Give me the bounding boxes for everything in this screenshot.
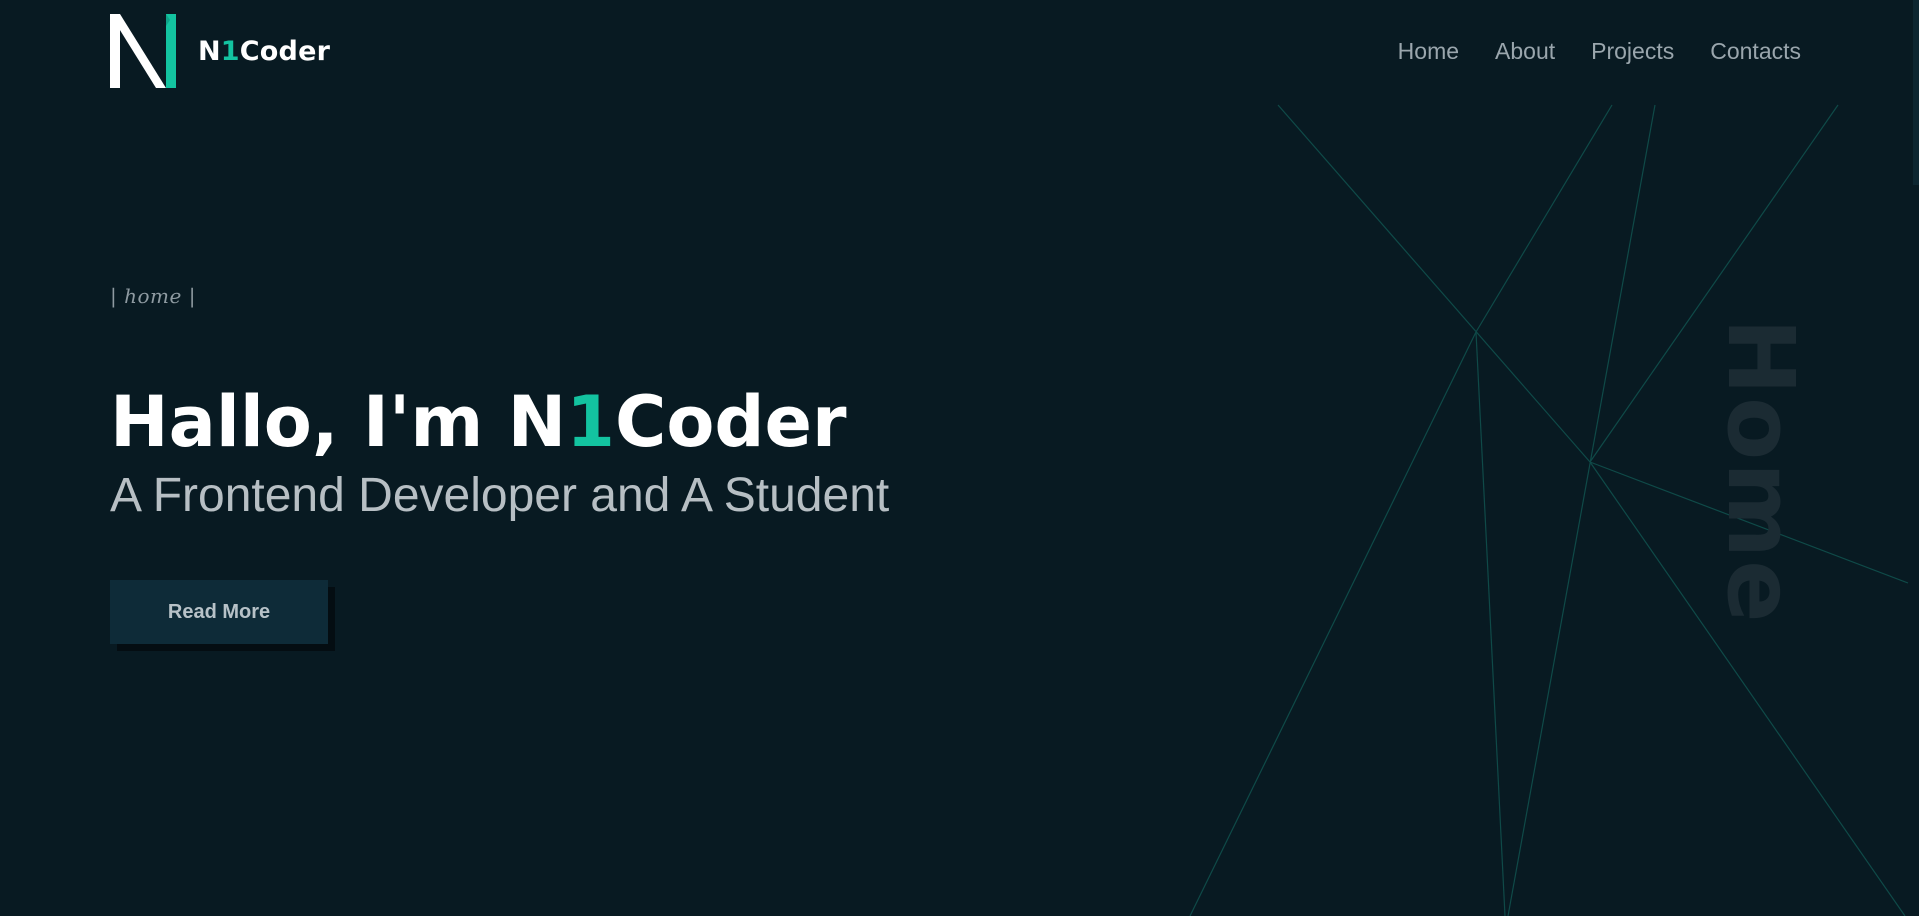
hero-title-accent: 1	[566, 381, 615, 463]
hero-subtitle: A Frontend Developer and A Student	[110, 469, 890, 522]
deco-line-4	[1189, 331, 1477, 916]
hero-title-suffix: Coder	[614, 381, 847, 463]
logo-text: N1Coder	[198, 36, 330, 67]
section-watermark: Home	[1707, 318, 1814, 625]
n-logo-icon	[110, 14, 176, 88]
nav-link-projects[interactable]: Projects	[1591, 38, 1674, 65]
breadcrumb: | home |	[110, 284, 196, 308]
deco-line-5	[1475, 331, 1506, 916]
logo-prefix: N	[198, 35, 221, 67]
site-logo[interactable]: N1Coder	[110, 14, 330, 88]
hero-title-prefix: Hallo, I'm N	[110, 381, 567, 463]
read-more-button[interactable]: Read More	[110, 580, 328, 644]
nav-link-about[interactable]: About	[1495, 38, 1555, 65]
logo-suffix: Coder	[239, 35, 331, 67]
logo-accent: 1	[220, 35, 240, 67]
hero-title: Hallo, I'm N1Coder	[110, 380, 847, 464]
nav-link-contacts[interactable]: Contacts	[1710, 38, 1801, 65]
deco-line-1	[1277, 104, 1591, 463]
site-header: N1Coder Home About Projects Contacts	[0, 0, 1919, 110]
nav-link-home[interactable]: Home	[1398, 38, 1459, 65]
deco-line-6	[1507, 104, 1656, 916]
deco-line-3	[1475, 104, 1613, 333]
breadcrumb-label: home	[124, 284, 182, 308]
main-nav: Home About Projects Contacts	[1398, 38, 1801, 65]
page: Home N1Coder Home About Projects Contact…	[0, 0, 1919, 916]
